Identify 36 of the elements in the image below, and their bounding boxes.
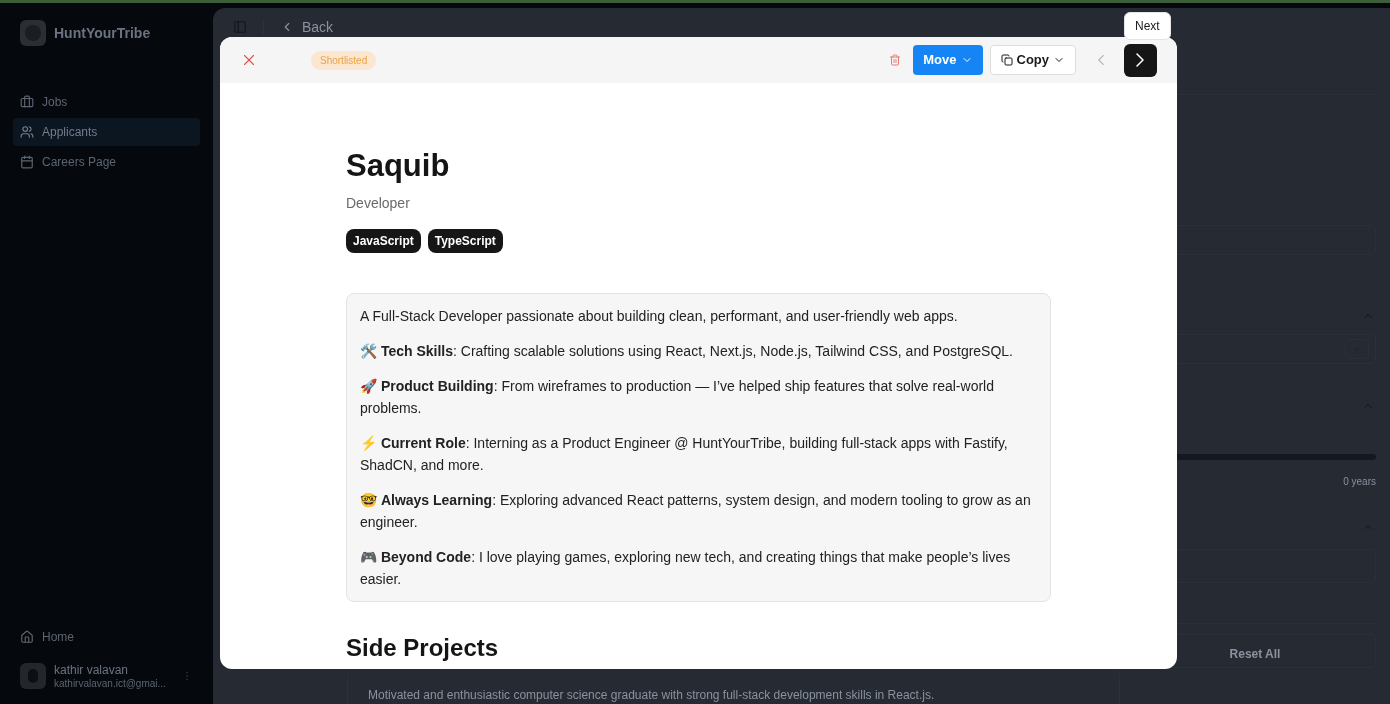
delete-button[interactable] [889, 54, 902, 66]
sidebar-item[interactable]: Jobs [13, 88, 200, 116]
bio-paragraph: 🚀 Product Building: From wireframes to production — I’ve helped ship features that solve real-world problems. [360, 377, 995, 418]
applicant-role: Developer [346, 194, 410, 213]
skill-tag: TypeScript [427, 229, 503, 253]
next-button[interactable] [1124, 43, 1157, 77]
sidebar-item[interactable]: Careers Page [13, 148, 200, 176]
bio-paragraph: 🤓 Always Learning: Exploring advanced React patterns, system design, and modern tooling to grow as an engineer. [360, 491, 1032, 532]
chevron-right-icon [1136, 52, 1145, 68]
copy-icon [1000, 54, 1013, 66]
bio-paragraph: 🎮 Beyond Code: I love playing games, exploring new tech, and creating things that make people’s lives easier. [360, 548, 1012, 589]
move-button[interactable]: Move [913, 45, 983, 75]
calendar-icon [20, 155, 34, 169]
sidebar-item[interactable]: Applicants [13, 118, 200, 146]
avatar [20, 663, 46, 690]
sidebar-item[interactable]: Home [13, 622, 200, 651]
tooltip: Next [1124, 12, 1171, 40]
skill-tag: JavaScript [346, 229, 421, 253]
brand-name: HuntYourTribe [54, 23, 151, 43]
logo-icon [20, 20, 46, 46]
user-name: kathir valavan [54, 662, 130, 678]
bio-paragraph: 🛠 Tech Skills: Crafting scalable solutions using React, Next.js, Node.js, Tailwind CSS, and PostgreSQL. [360, 342, 1014, 361]
users-icon [20, 125, 34, 139]
bio-paragraph: ⚡ Current Role: Interning as a Product Engineer @ HuntYourTribe, building full-stack apps with Fastify, ShadCN, and more. [360, 434, 1009, 475]
user-email: kathirvalavan.ict@gmai... [54, 677, 167, 690]
experience-reading: 0 years [1343, 475, 1376, 489]
trash-icon [889, 54, 902, 66]
copy-button[interactable]: Copy [989, 45, 1076, 75]
applicant-name: Saquib [346, 147, 450, 185]
briefcase-icon [20, 95, 34, 109]
back-link[interactable]: Back [280, 16, 334, 38]
section-title: Side Projects [346, 633, 499, 663]
status-badge: Shortlisted [311, 50, 377, 70]
bio-paragraph: A Full-Stack Developer passionate about building clean, performant, and user-friendly web apps. [360, 307, 959, 326]
home-icon [20, 629, 34, 644]
summary-text: Motivated and enthusiastic computer science graduate with strong full-stack development skills in React.js. [368, 688, 935, 702]
